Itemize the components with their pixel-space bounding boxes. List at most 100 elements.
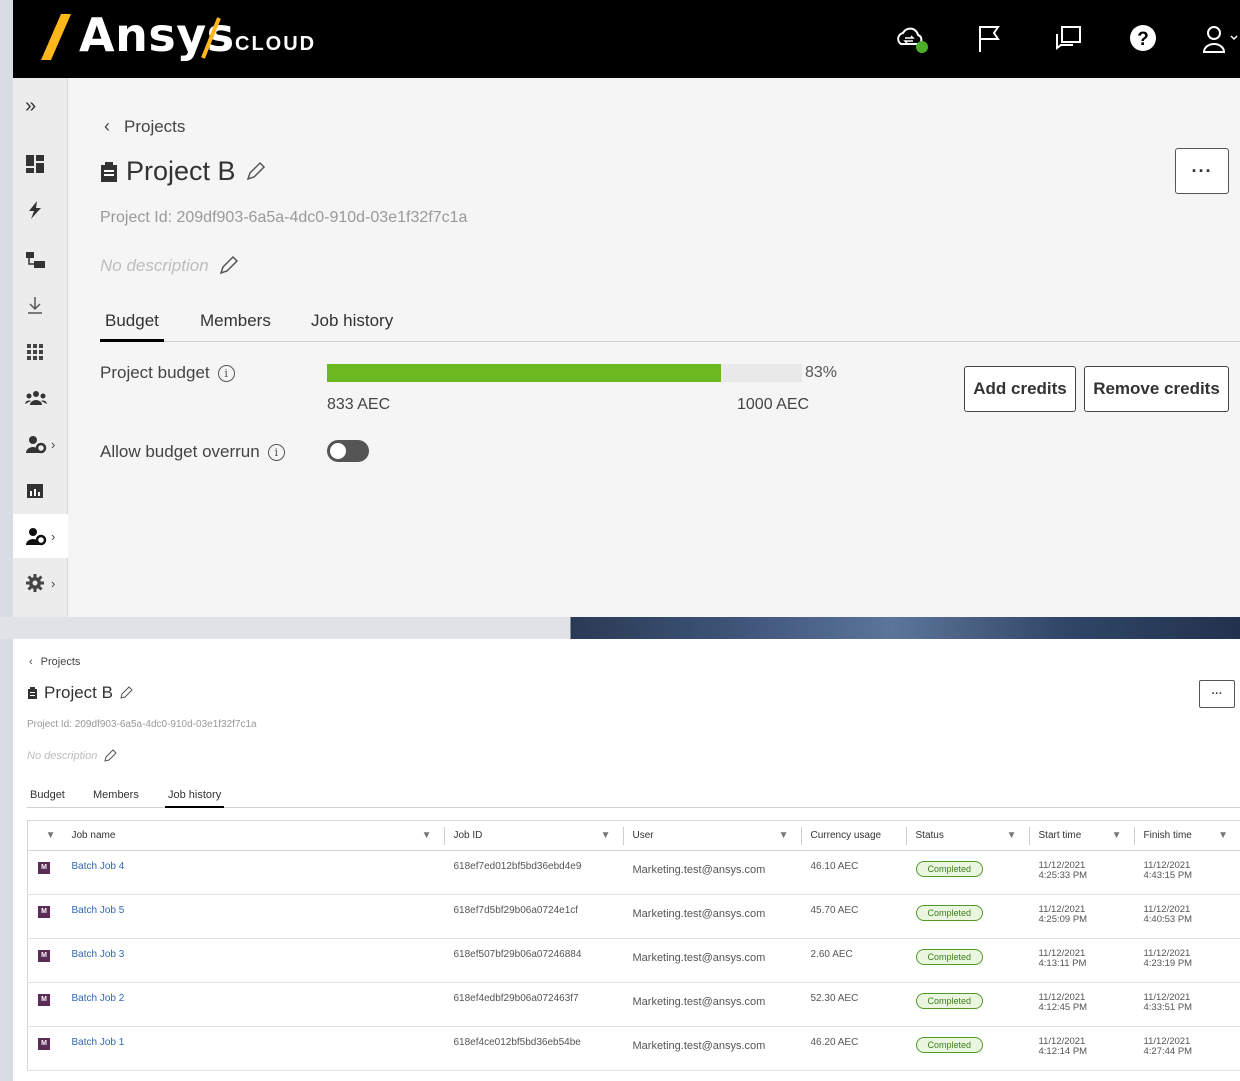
job-type-icon: M <box>38 949 50 962</box>
description-text: No description <box>100 256 209 275</box>
table-row[interactable]: M Batch Job 5 618ef7d5bf29b06a0724e1cf M… <box>27 894 1240 939</box>
settings-gear-icon[interactable]: › <box>13 561 68 605</box>
brand-separator <box>201 17 221 59</box>
breadcrumb[interactable]: ‹ Projects <box>104 116 185 137</box>
column-header-currency-usage[interactable]: Currency usage <box>800 820 906 851</box>
filter-icon[interactable]: ▼ <box>779 830 789 841</box>
users-group-icon[interactable] <box>13 376 68 420</box>
breadcrumb-projects[interactable]: Projects <box>41 656 81 668</box>
job-id: 618ef507bf29b06a07246884 <box>443 938 623 983</box>
project-id: Project Id: 209df903-6a5a-4dc0-910d-03e1… <box>100 209 468 226</box>
finish-time: 4:40:53 PM <box>1143 914 1193 925</box>
tab-budget[interactable]: Budget <box>27 789 68 808</box>
edit-pencil-icon[interactable] <box>119 686 133 700</box>
finish-time: 4:43:15 PM <box>1143 870 1193 881</box>
start-time: 4:12:14 PM <box>1038 1046 1088 1057</box>
chevron-left-icon: ‹ <box>29 656 33 668</box>
column-header-user[interactable]: User ▼ <box>622 820 801 851</box>
tab-members[interactable]: Members <box>195 306 276 342</box>
project-budget-text: Project budget <box>100 363 210 382</box>
filter-icon[interactable]: ▼ <box>1112 830 1122 841</box>
info-icon[interactable]: i <box>267 443 285 461</box>
expand-icon[interactable]: » <box>13 84 68 128</box>
project-admin-icon[interactable]: › <box>13 514 68 558</box>
chevron-right-icon: › <box>51 436 56 452</box>
more-options-button[interactable]: ··· <box>1199 680 1235 708</box>
dashboard-icon[interactable] <box>13 142 68 186</box>
chevron-left-icon: ‹ <box>104 116 110 136</box>
finish-time: 4:23:19 PM <box>1143 958 1193 969</box>
project-description: No description <box>100 255 239 277</box>
project-id: Project Id: 209df903-6a5a-4dc0-910d-03e1… <box>27 719 257 730</box>
add-credits-button[interactable]: Add credits <box>964 366 1076 412</box>
toggle-knob <box>330 443 346 459</box>
status-badge: Completed <box>915 861 984 877</box>
filter-icon[interactable]: ▼ <box>1007 830 1017 841</box>
start-time: 4:25:09 PM <box>1038 914 1088 925</box>
user-settings-icon[interactable]: › <box>13 422 68 466</box>
cloud-sync-icon[interactable] <box>895 24 928 54</box>
start-time: 4:13:11 PM <box>1038 958 1087 969</box>
edit-pencil-icon[interactable] <box>103 749 118 763</box>
job-id: 618ef4edbf29b06a072463f7 <box>443 982 623 1027</box>
column-header-job-id[interactable]: Job ID ▼ <box>443 820 623 851</box>
info-icon[interactable]: i <box>217 364 235 382</box>
help-icon[interactable]: ? <box>1129 24 1159 54</box>
filter-icon[interactable]: ▼ <box>422 830 432 841</box>
budget-progress-bar <box>327 364 802 382</box>
edit-pencil-icon[interactable] <box>244 161 266 183</box>
job-type-icon: M <box>38 993 50 1006</box>
messages-icon[interactable] <box>1053 24 1083 54</box>
breadcrumb-projects[interactable]: Projects <box>124 117 185 136</box>
job-name-link[interactable]: Batch Job 2 <box>72 993 125 1004</box>
tab-job-history[interactable]: Job history <box>306 306 398 342</box>
job-user: Marketing.test@ansys.com <box>622 982 801 1027</box>
filter-icon[interactable]: ▼ <box>601 830 611 841</box>
breadcrumb[interactable]: ‹ Projects <box>29 656 80 668</box>
flag-icon[interactable] <box>975 24 1005 54</box>
job-usage: 45.70 AEC <box>800 894 906 939</box>
job-name-link[interactable]: Batch Job 1 <box>72 1037 125 1048</box>
user-icon[interactable] <box>1201 24 1238 54</box>
tab-budget[interactable]: Budget <box>100 306 164 342</box>
edit-pencil-icon[interactable] <box>217 255 239 277</box>
job-id: 618ef7ed012bf5bd36ebd4e9 <box>443 850 623 895</box>
job-name-link[interactable]: Batch Job 5 <box>72 905 125 916</box>
job-history-screenshot: ‹ Projects Project B Project Id: 209df903… <box>13 639 1240 1081</box>
page-title: Project B <box>27 683 133 703</box>
table-row[interactable]: M Batch Job 4 618ef7ed012bf5bd36ebd4e9 M… <box>27 850 1240 895</box>
apps-grid-icon[interactable] <box>13 329 68 373</box>
column-header-start-time[interactable]: Start time ▼ <box>1028 820 1134 851</box>
column-header-finish-time[interactable]: Finish time ▼ <box>1133 820 1240 851</box>
tab-job-history[interactable]: Job history <box>165 789 225 808</box>
project-tabs: Budget Members Job history <box>27 786 1240 808</box>
column-filter-all[interactable]: ▼ <box>27 820 68 851</box>
download-icon[interactable] <box>13 283 68 327</box>
start-time: 4:12:45 PM <box>1038 1002 1088 1013</box>
tab-members[interactable]: Members <box>90 789 142 808</box>
filter-icon[interactable]: ▼ <box>46 830 56 841</box>
budget-percent: 83% <box>805 364 838 381</box>
job-name-link[interactable]: Batch Job 3 <box>72 949 125 960</box>
job-name-link[interactable]: Batch Job 4 <box>72 861 125 872</box>
table-row[interactable]: M Batch Job 1 618ef4ce012bf5bd36eb54be M… <box>27 1026 1240 1071</box>
remove-credits-button[interactable]: Remove credits <box>1084 366 1229 412</box>
more-options-button[interactable]: ··· <box>1175 148 1229 194</box>
job-id: 618ef7d5bf29b06a0724e1cf <box>443 894 623 939</box>
column-header-status[interactable]: Status ▼ <box>905 820 1029 851</box>
budget-total: 1000 AEC <box>737 396 810 413</box>
folders-icon[interactable] <box>13 238 68 282</box>
description-text: No description <box>27 750 98 762</box>
project-title: Project B <box>126 156 236 186</box>
budget-overrun-toggle[interactable] <box>327 440 369 462</box>
reports-icon[interactable] <box>13 469 68 513</box>
lightning-icon[interactable] <box>13 188 68 232</box>
product-name: CLOUD <box>235 33 317 55</box>
job-user: Marketing.test@ansys.com <box>622 850 801 895</box>
column-header-job-name[interactable]: Job name ▼ <box>67 820 444 851</box>
table-row[interactable]: M Batch Job 2 618ef4edbf29b06a072463f7 M… <box>27 982 1240 1027</box>
budget-overrun-text: Allow budget overrun <box>100 442 260 461</box>
table-row[interactable]: M Batch Job 3 618ef507bf29b06a07246884 M… <box>27 938 1240 983</box>
filter-icon[interactable]: ▼ <box>1218 830 1228 841</box>
project-detail-panel: ‹ Projects Project B Project Id: 209df903… <box>68 78 1240 617</box>
